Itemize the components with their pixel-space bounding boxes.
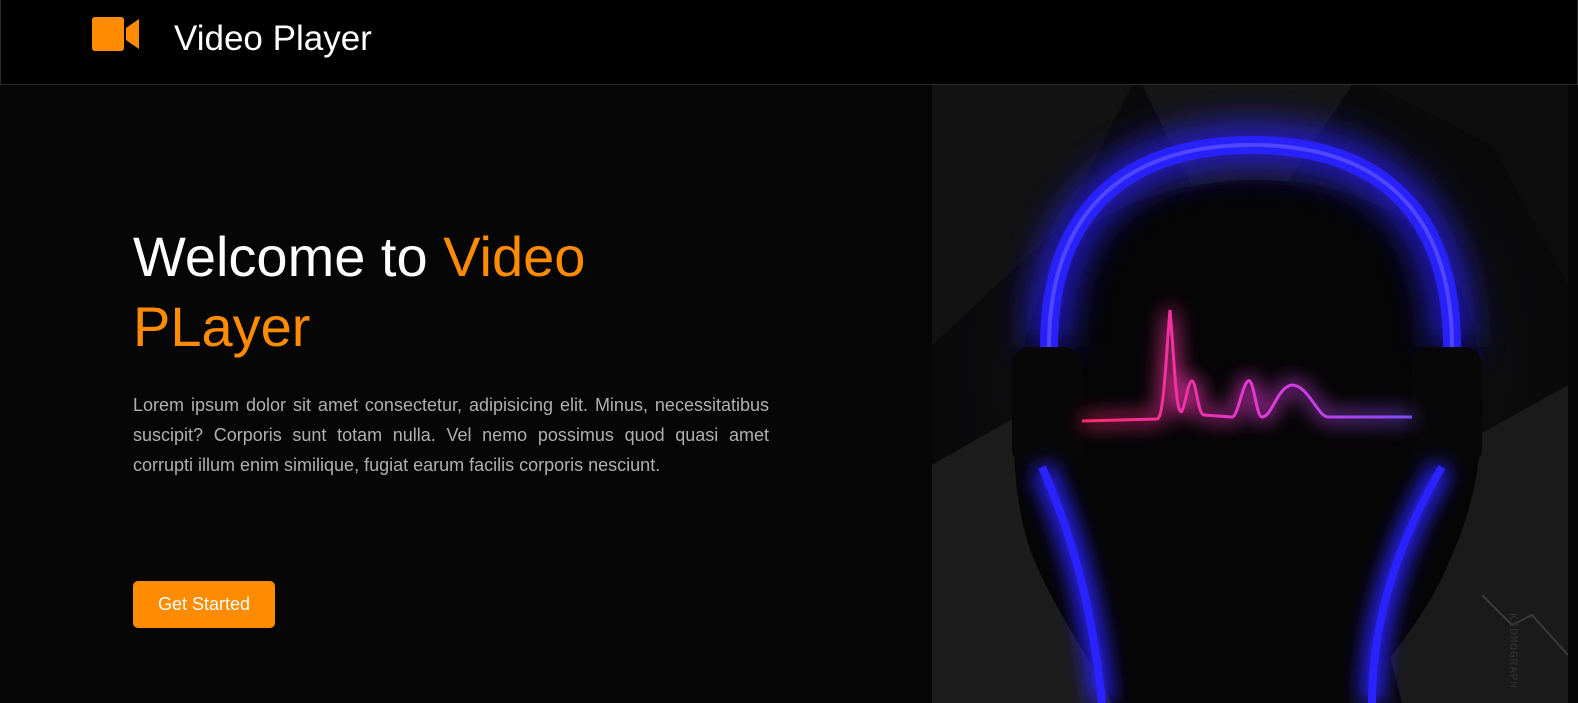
brand-title[interactable]: Video Player [174,18,372,60]
navbar: Video Player [0,0,1578,85]
hero-description: Lorem ipsum dolor sit amet consectetur, … [133,395,769,475]
hero-heading-plain: Welcome to [133,225,444,288]
watermark: KIDMOGRAPH [1506,613,1518,690]
hero-text: Welcome to Video PLayer Lorem ipsum dolo… [133,222,773,480]
get-started-button[interactable]: Get Started [133,581,275,628]
video-camera-icon[interactable] [92,17,140,51]
headphones-soundwave-illustration [932,85,1568,703]
hero-heading: Welcome to Video PLayer [133,222,773,362]
hero-image: KIDMOGRAPH [932,85,1568,703]
